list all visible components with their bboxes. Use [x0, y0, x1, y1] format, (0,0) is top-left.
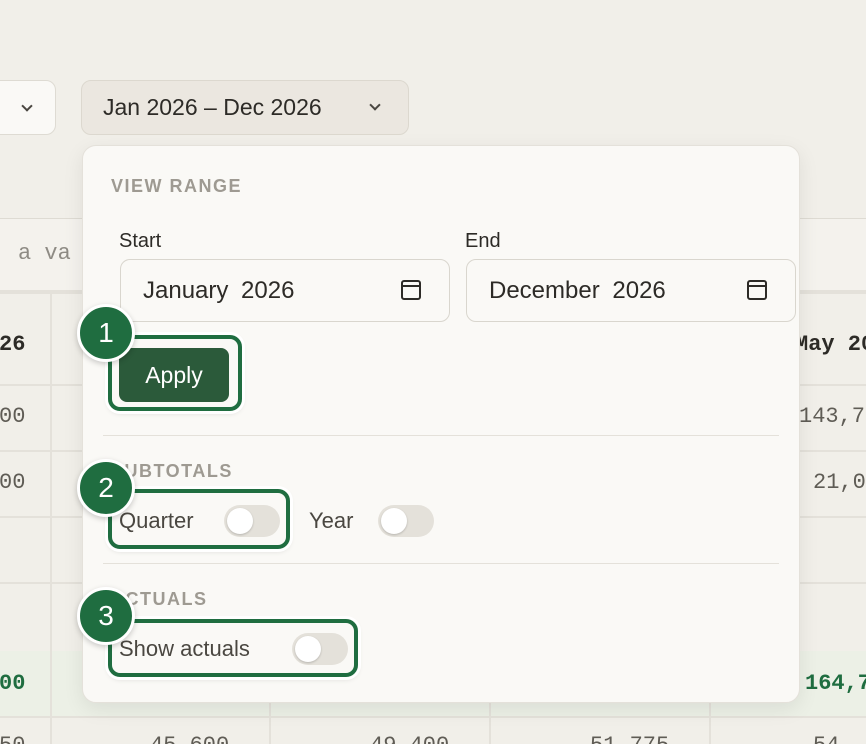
table-cell: 50 — [0, 733, 25, 744]
table-cell: 54, — [813, 733, 853, 744]
year-label: Year — [309, 508, 354, 533]
left-select[interactable] — [0, 80, 56, 135]
table-cell: 143,7 — [799, 404, 866, 429]
start-month-input[interactable]: January 2026 — [120, 259, 450, 322]
table-header-cell: May 20 — [795, 332, 866, 357]
date-range-button[interactable]: Jan 2026 – Dec 2026 — [81, 80, 409, 135]
total-cell: 00 — [0, 671, 26, 696]
total-cell: 164,7 — [805, 671, 866, 696]
table-cell: 49,400 — [370, 733, 449, 744]
table-cell: 45,600 — [150, 733, 229, 744]
table-cell: 21,0 — [813, 470, 866, 495]
end-label: End — [465, 230, 501, 252]
divider — [103, 435, 779, 436]
table-cell: 00 — [0, 470, 26, 495]
calendar-icon[interactable] — [401, 280, 421, 300]
calendar-icon[interactable] — [747, 280, 767, 300]
end-month-input[interactable]: December 2026 — [466, 259, 796, 322]
toggle-knob — [381, 508, 407, 534]
column-divider — [50, 294, 52, 744]
table-cell: 51,775 — [590, 733, 669, 744]
step-badge: 2 — [77, 459, 135, 517]
row-divider — [0, 716, 866, 718]
end-month-value: December 2026 — [489, 276, 666, 304]
highlight-quarter — [108, 489, 290, 549]
view-range-title: VIEW RANGE — [111, 176, 243, 196]
divider — [103, 563, 779, 564]
date-range-label: Jan 2026 – Dec 2026 — [103, 94, 322, 120]
chevron-down-icon — [21, 100, 33, 112]
step-badge: 3 — [77, 587, 135, 645]
highlight-show-actuals — [108, 619, 358, 677]
table-header-cell: 26 — [0, 332, 26, 357]
start-label: Start — [119, 230, 162, 252]
table-cell: 00 — [0, 404, 26, 429]
step-badge: 1 — [77, 304, 135, 362]
filter-input-text[interactable]: a va — [18, 241, 71, 266]
year-toggle[interactable] — [378, 505, 434, 537]
start-month-value: January 2026 — [143, 276, 295, 304]
chevron-down-icon — [369, 99, 381, 111]
